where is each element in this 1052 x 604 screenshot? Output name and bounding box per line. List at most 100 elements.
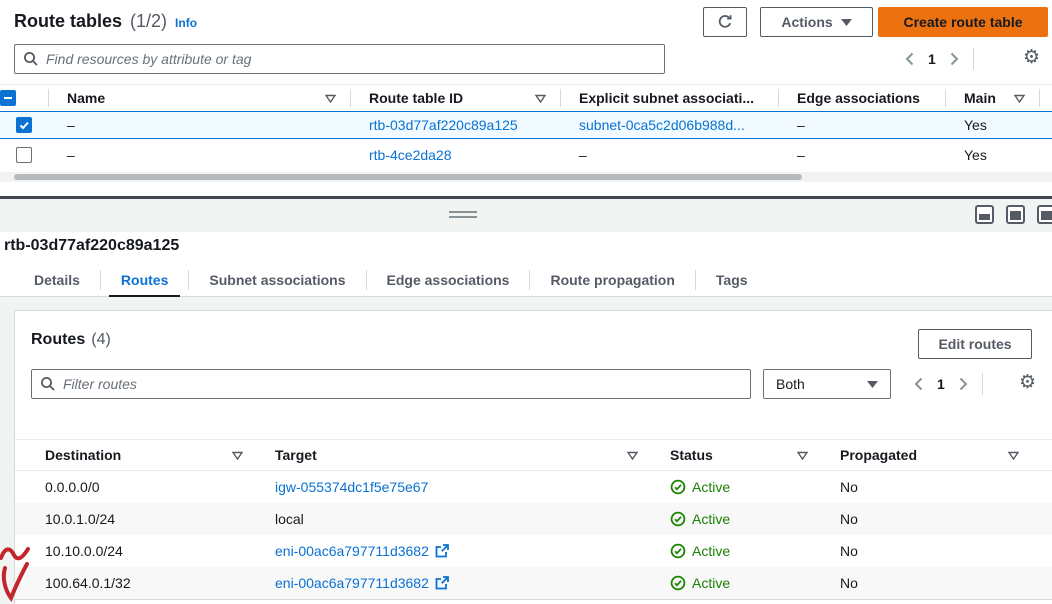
route-table-id-link[interactable]: rtb-03d77af220c89a125 [369,117,518,133]
row-checkbox-checked[interactable] [16,117,32,133]
sort-icon[interactable] [797,447,808,463]
cell-main: Yes [945,117,1039,133]
current-page[interactable]: 1 [928,51,936,67]
refresh-button[interactable] [703,7,747,37]
route-table-id-link[interactable]: rtb-4ce2da28 [369,147,452,163]
routes-table-bottom-border [15,599,1052,600]
detail-tabs: Details Routes Subnet associations Edge … [0,264,1052,297]
cell-status: Active [656,479,826,495]
sort-icon[interactable] [1014,90,1025,106]
tab-details[interactable]: Details [14,264,100,296]
find-resources-input[interactable]: Find resources by attribute or tag [14,44,665,74]
tab-route-propagation[interactable]: Route propagation [530,264,694,296]
cell-propagated: No [826,511,1037,527]
prev-page-icon[interactable] [905,52,914,66]
column-header-name[interactable]: Name [48,89,350,107]
cell-subnet: – [560,147,778,163]
route-type-select[interactable]: Both [763,369,891,399]
sort-icon[interactable] [535,90,546,106]
sort-icon[interactable] [1008,447,1019,463]
route-type-select-value: Both [776,376,805,392]
page-count: (1/2) [130,11,167,32]
column-header-propagated[interactable]: Propagated [826,447,1037,463]
caret-down-icon [867,381,878,388]
next-page-icon[interactable] [959,377,968,391]
column-header-status[interactable]: Status [656,447,826,463]
caret-down-icon [841,19,852,26]
create-route-table-button[interactable]: Create route table [878,7,1048,37]
column-header-route-table-id[interactable]: Route table ID [350,89,560,107]
routes-panel-title: Routes [31,331,85,349]
column-header-target[interactable]: Target [261,447,656,463]
detail-panel-background: Routes (4) Edit routes Filter routes Bot… [0,297,1052,604]
row-checkbox-unchecked[interactable] [16,147,32,163]
external-link-icon[interactable] [435,544,449,558]
routes-pagination: 1 [914,373,983,395]
status-active-icon [670,543,686,559]
routes-count: (4) [91,331,111,349]
route-row[interactable]: 100.64.0.1/32 eni-00ac6a797711d3682 Acti… [15,567,1052,599]
sort-icon[interactable] [627,447,638,463]
page-header: Route tables (1/2) Info [14,11,197,32]
tab-subnet-associations[interactable]: Subnet associations [189,264,365,296]
cell-status: Active [656,511,826,527]
actions-button[interactable]: Actions [760,7,873,37]
target-link[interactable]: eni-00ac6a797711d3682 [275,575,429,591]
table-row[interactable]: – rtb-4ce2da28 – – Yes [0,140,1052,170]
edit-routes-label: Edit routes [938,336,1011,352]
route-row[interactable]: 10.10.0.0/24 eni-00ac6a797711d3682 Activ… [15,535,1052,567]
horizontal-scrollbar-thumb[interactable] [14,174,802,180]
tab-edge-associations[interactable]: Edge associations [367,264,530,296]
cell-destination: 0.0.0.0/0 [31,479,261,495]
column-header-destination[interactable]: Destination [31,447,261,463]
find-resources-placeholder: Find resources by attribute or tag [46,51,251,67]
tab-tags[interactable]: Tags [696,264,768,296]
column-header-edge-associations[interactable]: Edge associations [778,89,945,107]
status-active-icon [670,479,686,495]
panel-layout-controls [975,205,1052,224]
route-row[interactable]: 10.0.1.0/24 local Active No [15,503,1052,535]
routes-settings-gear-icon[interactable]: ⚙ [1019,373,1036,392]
route-row[interactable]: 0.0.0.0/0 igw-055374dc1f5e75e67 Active N… [15,471,1052,503]
sort-icon[interactable] [232,447,243,463]
external-link-icon[interactable] [435,576,449,590]
tab-routes[interactable]: Routes [101,264,188,296]
target-link[interactable]: eni-00ac6a797711d3682 [275,543,429,559]
split-drag-handle-icon[interactable] [449,211,477,221]
subnet-association-link[interactable]: subnet-0ca5c2d06b988d... [579,117,745,133]
table-row[interactable]: – rtb-03d77af220c89a125 subnet-0ca5c2d06… [0,111,1052,139]
column-header-explicit-subnet[interactable]: Explicit subnet associati... [560,89,778,107]
top-pagination: 1 [905,47,974,71]
column-header-main[interactable]: Main [945,89,1039,107]
sort-icon[interactable] [325,90,336,106]
target-link[interactable]: igw-055374dc1f5e75e67 [275,479,428,495]
next-page-icon[interactable] [950,52,959,66]
routes-header-row: Destination Target Status Propagated [15,439,1052,471]
select-all-checkbox-indeterminate[interactable] [0,90,16,106]
horizontal-scrollbar [0,172,1052,182]
layout-side-panel-icon[interactable] [1037,205,1052,224]
prev-page-icon[interactable] [914,377,923,391]
pager-divider [973,48,974,70]
search-icon [23,51,39,67]
cell-destination: 10.0.1.0/24 [31,511,261,527]
cell-edge: – [778,117,945,133]
cell-propagated: No [826,543,1037,559]
edit-routes-button[interactable]: Edit routes [918,329,1032,359]
cell-status: Active [656,543,826,559]
cell-name: – [48,117,350,133]
cell-target: local [261,511,656,527]
split-panel-bar [0,199,1052,232]
filter-routes-input[interactable]: Filter routes [31,369,751,399]
page-title: Route tables [14,11,122,32]
layout-full-panel-icon[interactable] [1006,205,1025,224]
table-settings-gear-icon[interactable]: ⚙ [1023,48,1040,67]
selected-route-table-heading: rtb-03d77af220c89a125 [4,237,179,255]
status-active-icon [670,511,686,527]
info-link[interactable]: Info [175,16,197,30]
current-page[interactable]: 1 [937,376,945,392]
select-all-cell [0,89,48,107]
layout-bottom-panel-icon[interactable] [975,205,994,224]
cell-edge: – [778,147,945,163]
create-route-table-label: Create route table [903,14,1022,30]
